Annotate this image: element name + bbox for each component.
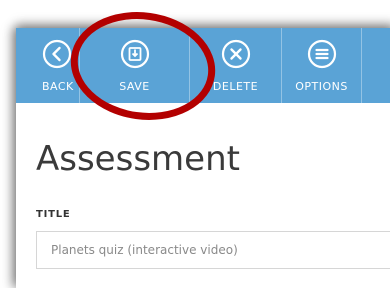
save-icon [120,39,149,69]
main-content: Assessment TITLE [16,103,390,288]
back-label: BACK [42,80,74,93]
chevron-left-circle-icon [42,39,72,69]
toolbar: BACK SAVE DELETE OPTIONS [16,28,390,103]
close-circle-icon [221,39,250,69]
delete-label: DELETE [212,80,259,93]
page-title: Assessment [36,139,240,179]
back-button[interactable]: BACK [16,28,80,103]
menu-circle-icon [307,39,336,69]
title-input[interactable] [36,231,390,269]
save-label: SAVE [119,80,150,93]
delete-button[interactable]: DELETE [190,28,282,103]
app-window: BACK SAVE DELETE OPTIONS Assessment TITL… [16,28,390,288]
save-button[interactable]: SAVE [80,28,190,103]
options-button[interactable]: OPTIONS [282,28,362,103]
options-label: OPTIONS [295,80,348,93]
title-field-label: TITLE [36,209,71,220]
